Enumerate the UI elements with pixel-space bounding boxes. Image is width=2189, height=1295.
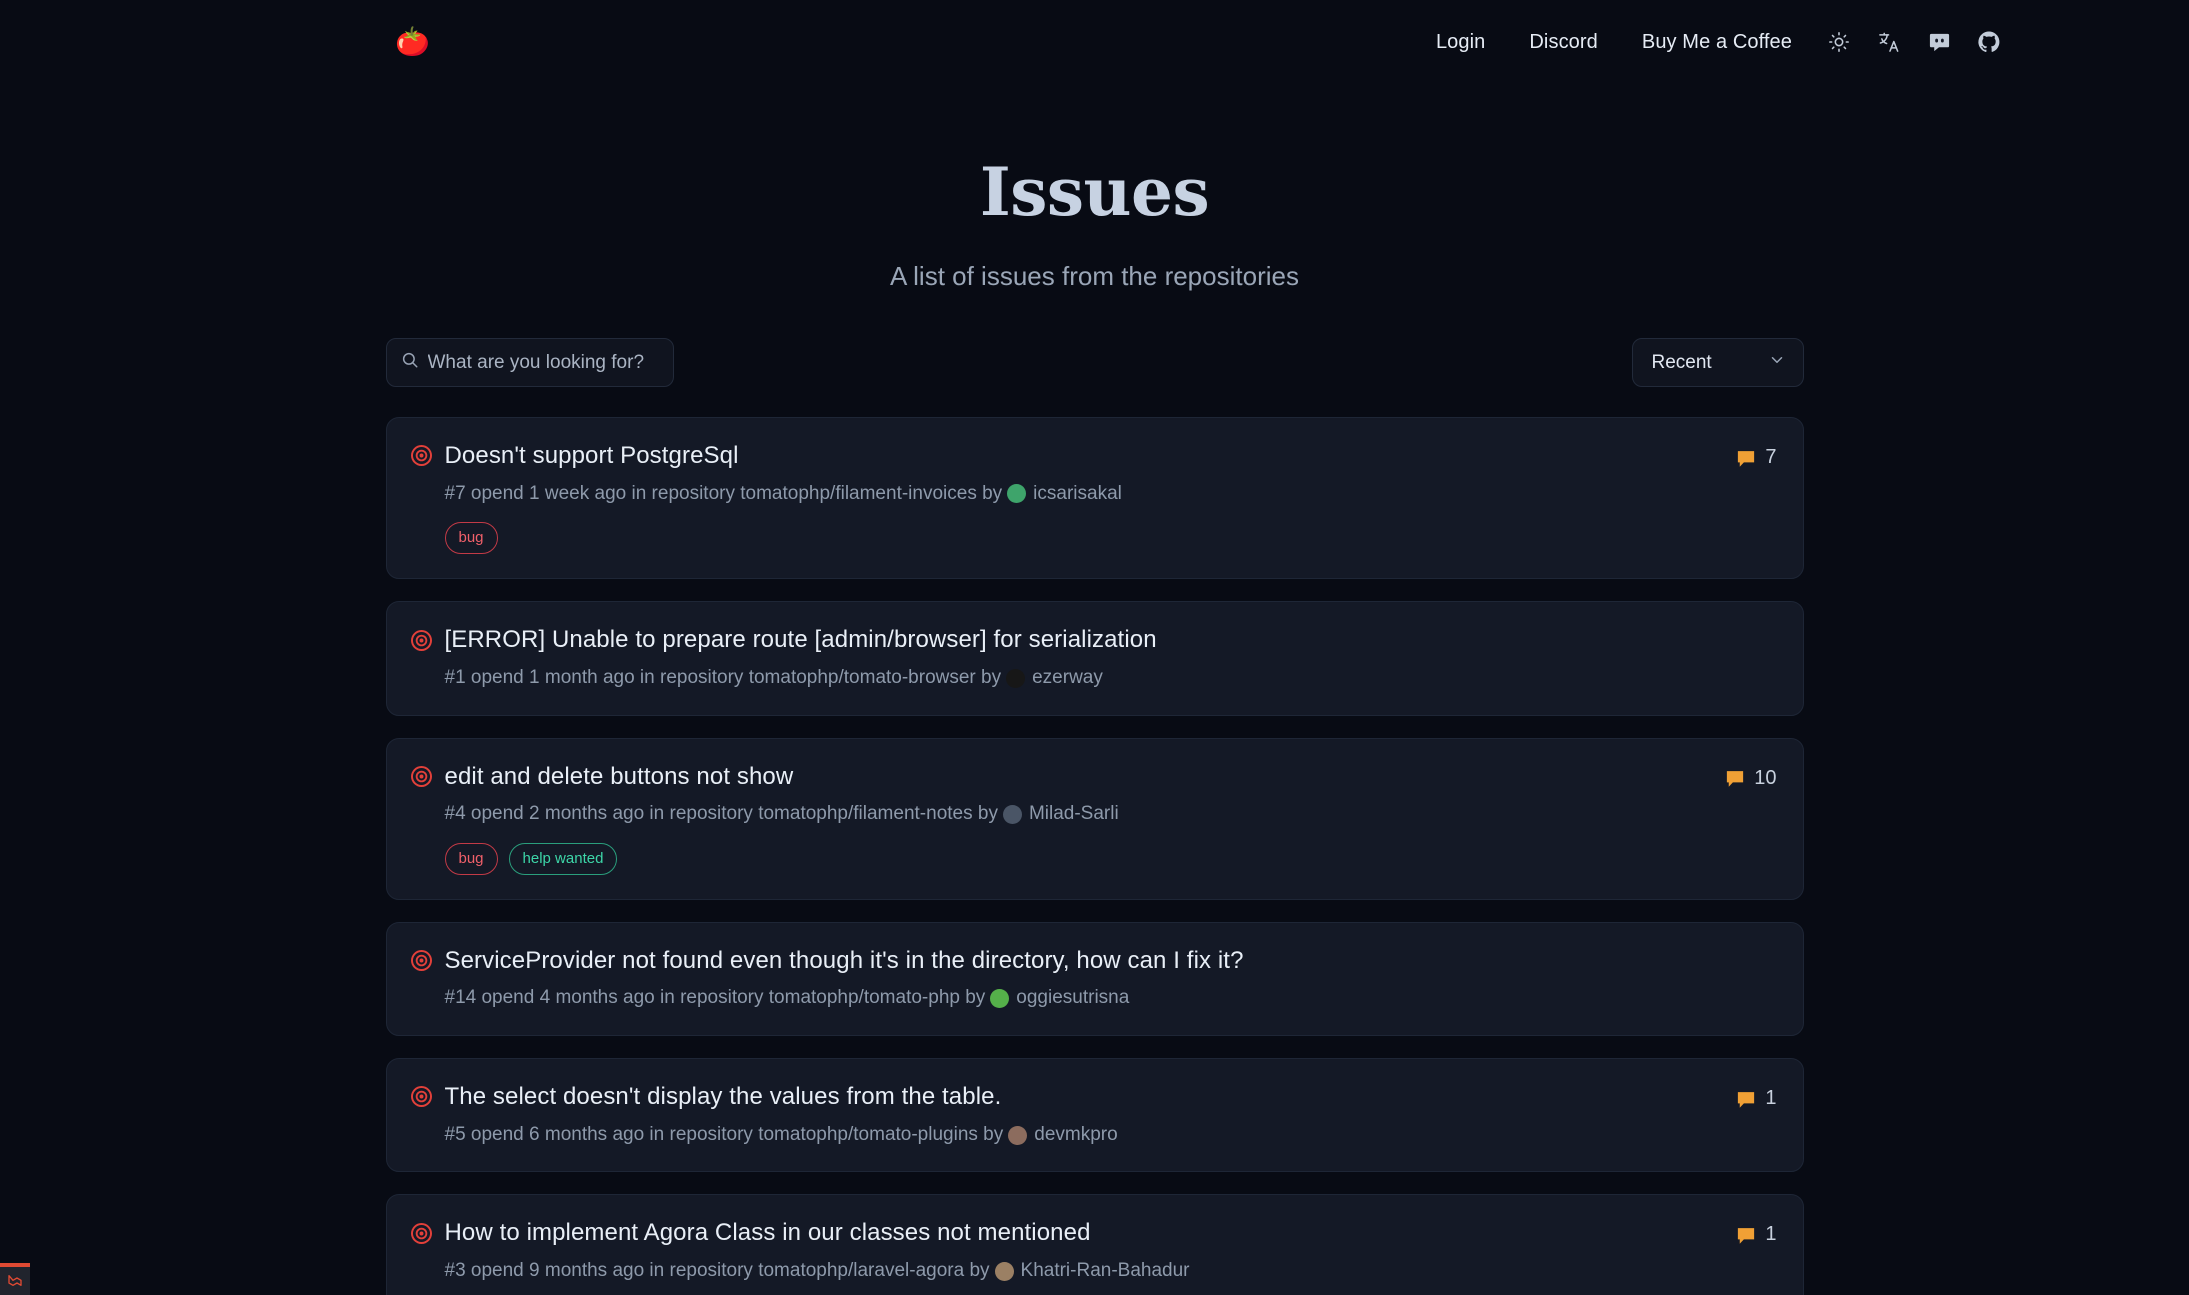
issue-meta: #4 opend 2 months ago in repository toma…	[445, 802, 1706, 827]
issue-meta-text: #3 opend 9 months ago in repository toma…	[445, 1259, 990, 1284]
issue-title[interactable]: Doesn't support PostgreSql	[445, 442, 739, 470]
issue-card[interactable]: Doesn't support PostgreSql #7 opend 1 wee…	[386, 417, 1804, 579]
nav-right-group: Login Discord Buy Me a Coffee	[1414, 22, 2014, 62]
sort-select[interactable]: Recent	[1632, 338, 1804, 387]
issue-comment-count-group: 10	[1725, 763, 1776, 790]
issue-meta: #3 opend 9 months ago in repository toma…	[445, 1259, 1717, 1284]
laravel-debugbar-toggle[interactable]	[0, 1263, 30, 1295]
issue-comment-count-group: 7	[1736, 442, 1776, 469]
issue-title[interactable]: ServiceProvider not found even though it…	[445, 947, 1244, 975]
issue-open-icon	[411, 766, 432, 787]
issue-main: [ERROR] Unable to prepare route [admin/b…	[411, 626, 1777, 690]
avatar	[1008, 1126, 1027, 1145]
issue-main: How to implement Agora Class in our clas…	[411, 1219, 1717, 1283]
issue-card[interactable]: How to implement Agora Class in our clas…	[386, 1194, 1804, 1295]
nav-link-login[interactable]: Login	[1414, 25, 1507, 60]
issue-main: Doesn't support PostgreSql #7 opend 1 wee…	[411, 442, 1717, 554]
issue-main: The select doesn't display the values fr…	[411, 1083, 1717, 1147]
issue-label-chip: bug	[445, 522, 498, 554]
sun-icon[interactable]	[1814, 22, 1864, 62]
comment-count: 1	[1765, 1087, 1776, 1110]
tomato-logo-icon: 🍅	[395, 28, 430, 56]
issue-title[interactable]: How to implement Agora Class in our clas…	[445, 1219, 1091, 1247]
translate-icon[interactable]	[1864, 22, 1914, 62]
github-icon[interactable]	[1964, 22, 2014, 62]
issue-author[interactable]: icsarisakal	[1033, 482, 1122, 507]
list-controls: Recent	[386, 338, 1804, 387]
page-title: Issues	[0, 159, 2189, 225]
main-content: Recent Doesn't support PostgreSql #7 open…	[386, 338, 1804, 1295]
issue-meta-text: #14 opend 4 months ago in repository tom…	[445, 986, 986, 1011]
avatar	[995, 1262, 1014, 1281]
page-subtitle: A list of issues from the repositories	[0, 261, 2189, 292]
search-box[interactable]	[386, 338, 674, 387]
issue-author[interactable]: ezerway	[1032, 666, 1103, 691]
search-input[interactable]	[428, 352, 659, 374]
issue-card[interactable]: The select doesn't display the values fr…	[386, 1058, 1804, 1172]
nav-link-discord[interactable]: Discord	[1507, 25, 1620, 60]
comment-icon	[1725, 768, 1745, 788]
issue-open-icon	[411, 1086, 432, 1107]
issue-meta-text: #5 opend 6 months ago in repository toma…	[445, 1123, 1004, 1148]
issue-title[interactable]: edit and delete buttons not show	[445, 763, 794, 791]
brand-home-link[interactable]: 🍅	[395, 28, 430, 56]
issue-labels: bug help wanted	[445, 843, 1706, 875]
issue-author[interactable]: Khatri-Ran-Bahadur	[1021, 1259, 1190, 1284]
issue-meta-text: #1 opend 1 month ago in repository tomat…	[445, 666, 1002, 691]
issue-title-row: The select doesn't display the values fr…	[411, 1083, 1717, 1111]
issue-author[interactable]: Milad-Sarli	[1029, 802, 1119, 827]
sort-select-value: Recent	[1652, 352, 1712, 374]
issue-title-row: Doesn't support PostgreSql	[411, 442, 1717, 470]
avatar	[1006, 669, 1025, 688]
issue-meta: #14 opend 4 months ago in repository tom…	[445, 986, 1777, 1011]
issue-meta: #5 opend 6 months ago in repository toma…	[445, 1123, 1717, 1148]
issue-meta-text: #4 opend 2 months ago in repository toma…	[445, 802, 998, 827]
issue-card[interactable]: ServiceProvider not found even though it…	[386, 922, 1804, 1036]
comment-icon	[1736, 448, 1756, 468]
comment-count: 10	[1754, 767, 1776, 790]
comment-icon	[1736, 1225, 1756, 1245]
issue-labels: bug	[445, 522, 1717, 554]
issue-open-icon	[411, 445, 432, 466]
issue-main: ServiceProvider not found even though it…	[411, 947, 1777, 1011]
issue-open-icon	[411, 950, 432, 971]
issue-title-row: ServiceProvider not found even though it…	[411, 947, 1777, 975]
issue-title-row: [ERROR] Unable to prepare route [admin/b…	[411, 626, 1777, 654]
issue-label-chip: bug	[445, 843, 498, 875]
avatar	[1003, 805, 1022, 824]
discord-icon[interactable]	[1914, 22, 1964, 62]
comment-count: 1	[1765, 1223, 1776, 1246]
issue-open-icon	[411, 1223, 432, 1244]
issue-list: Doesn't support PostgreSql #7 opend 1 wee…	[386, 417, 1804, 1295]
issue-card[interactable]: edit and delete buttons not show #4 opend…	[386, 738, 1804, 900]
page-header: Issues A list of issues from the reposit…	[0, 84, 2189, 292]
issue-author[interactable]: devmkpro	[1034, 1123, 1117, 1148]
issue-title[interactable]: [ERROR] Unable to prepare route [admin/b…	[445, 626, 1157, 654]
avatar	[990, 989, 1009, 1008]
issue-title-row: edit and delete buttons not show	[411, 763, 1706, 791]
comment-icon	[1736, 1089, 1756, 1109]
issue-meta: #1 opend 1 month ago in repository tomat…	[445, 666, 1777, 691]
issue-title-row: How to implement Agora Class in our clas…	[411, 1219, 1717, 1247]
issue-meta-text: #7 opend 1 week ago in repository tomato…	[445, 482, 1003, 507]
issue-meta: #7 opend 1 week ago in repository tomato…	[445, 482, 1717, 507]
top-navigation: 🍅 Login Discord Buy Me a Coffee	[0, 0, 2189, 84]
issue-main: edit and delete buttons not show #4 opend…	[411, 763, 1706, 875]
issue-comment-count-group: 1	[1736, 1083, 1776, 1110]
laravel-logo-icon	[7, 1273, 23, 1289]
nav-link-buy-me-a-coffee[interactable]: Buy Me a Coffee	[1620, 25, 1814, 60]
issue-label-chip: help wanted	[509, 843, 618, 875]
issue-comment-count-group: 1	[1736, 1219, 1776, 1246]
issue-open-icon	[411, 630, 432, 651]
avatar	[1007, 484, 1026, 503]
issue-title[interactable]: The select doesn't display the values fr…	[445, 1083, 1002, 1111]
issue-card[interactable]: [ERROR] Unable to prepare route [admin/b…	[386, 601, 1804, 715]
search-icon	[401, 351, 419, 374]
chevron-down-icon	[1768, 351, 1786, 374]
issue-author[interactable]: oggiesutrisna	[1016, 986, 1129, 1011]
comment-count: 7	[1765, 446, 1776, 469]
